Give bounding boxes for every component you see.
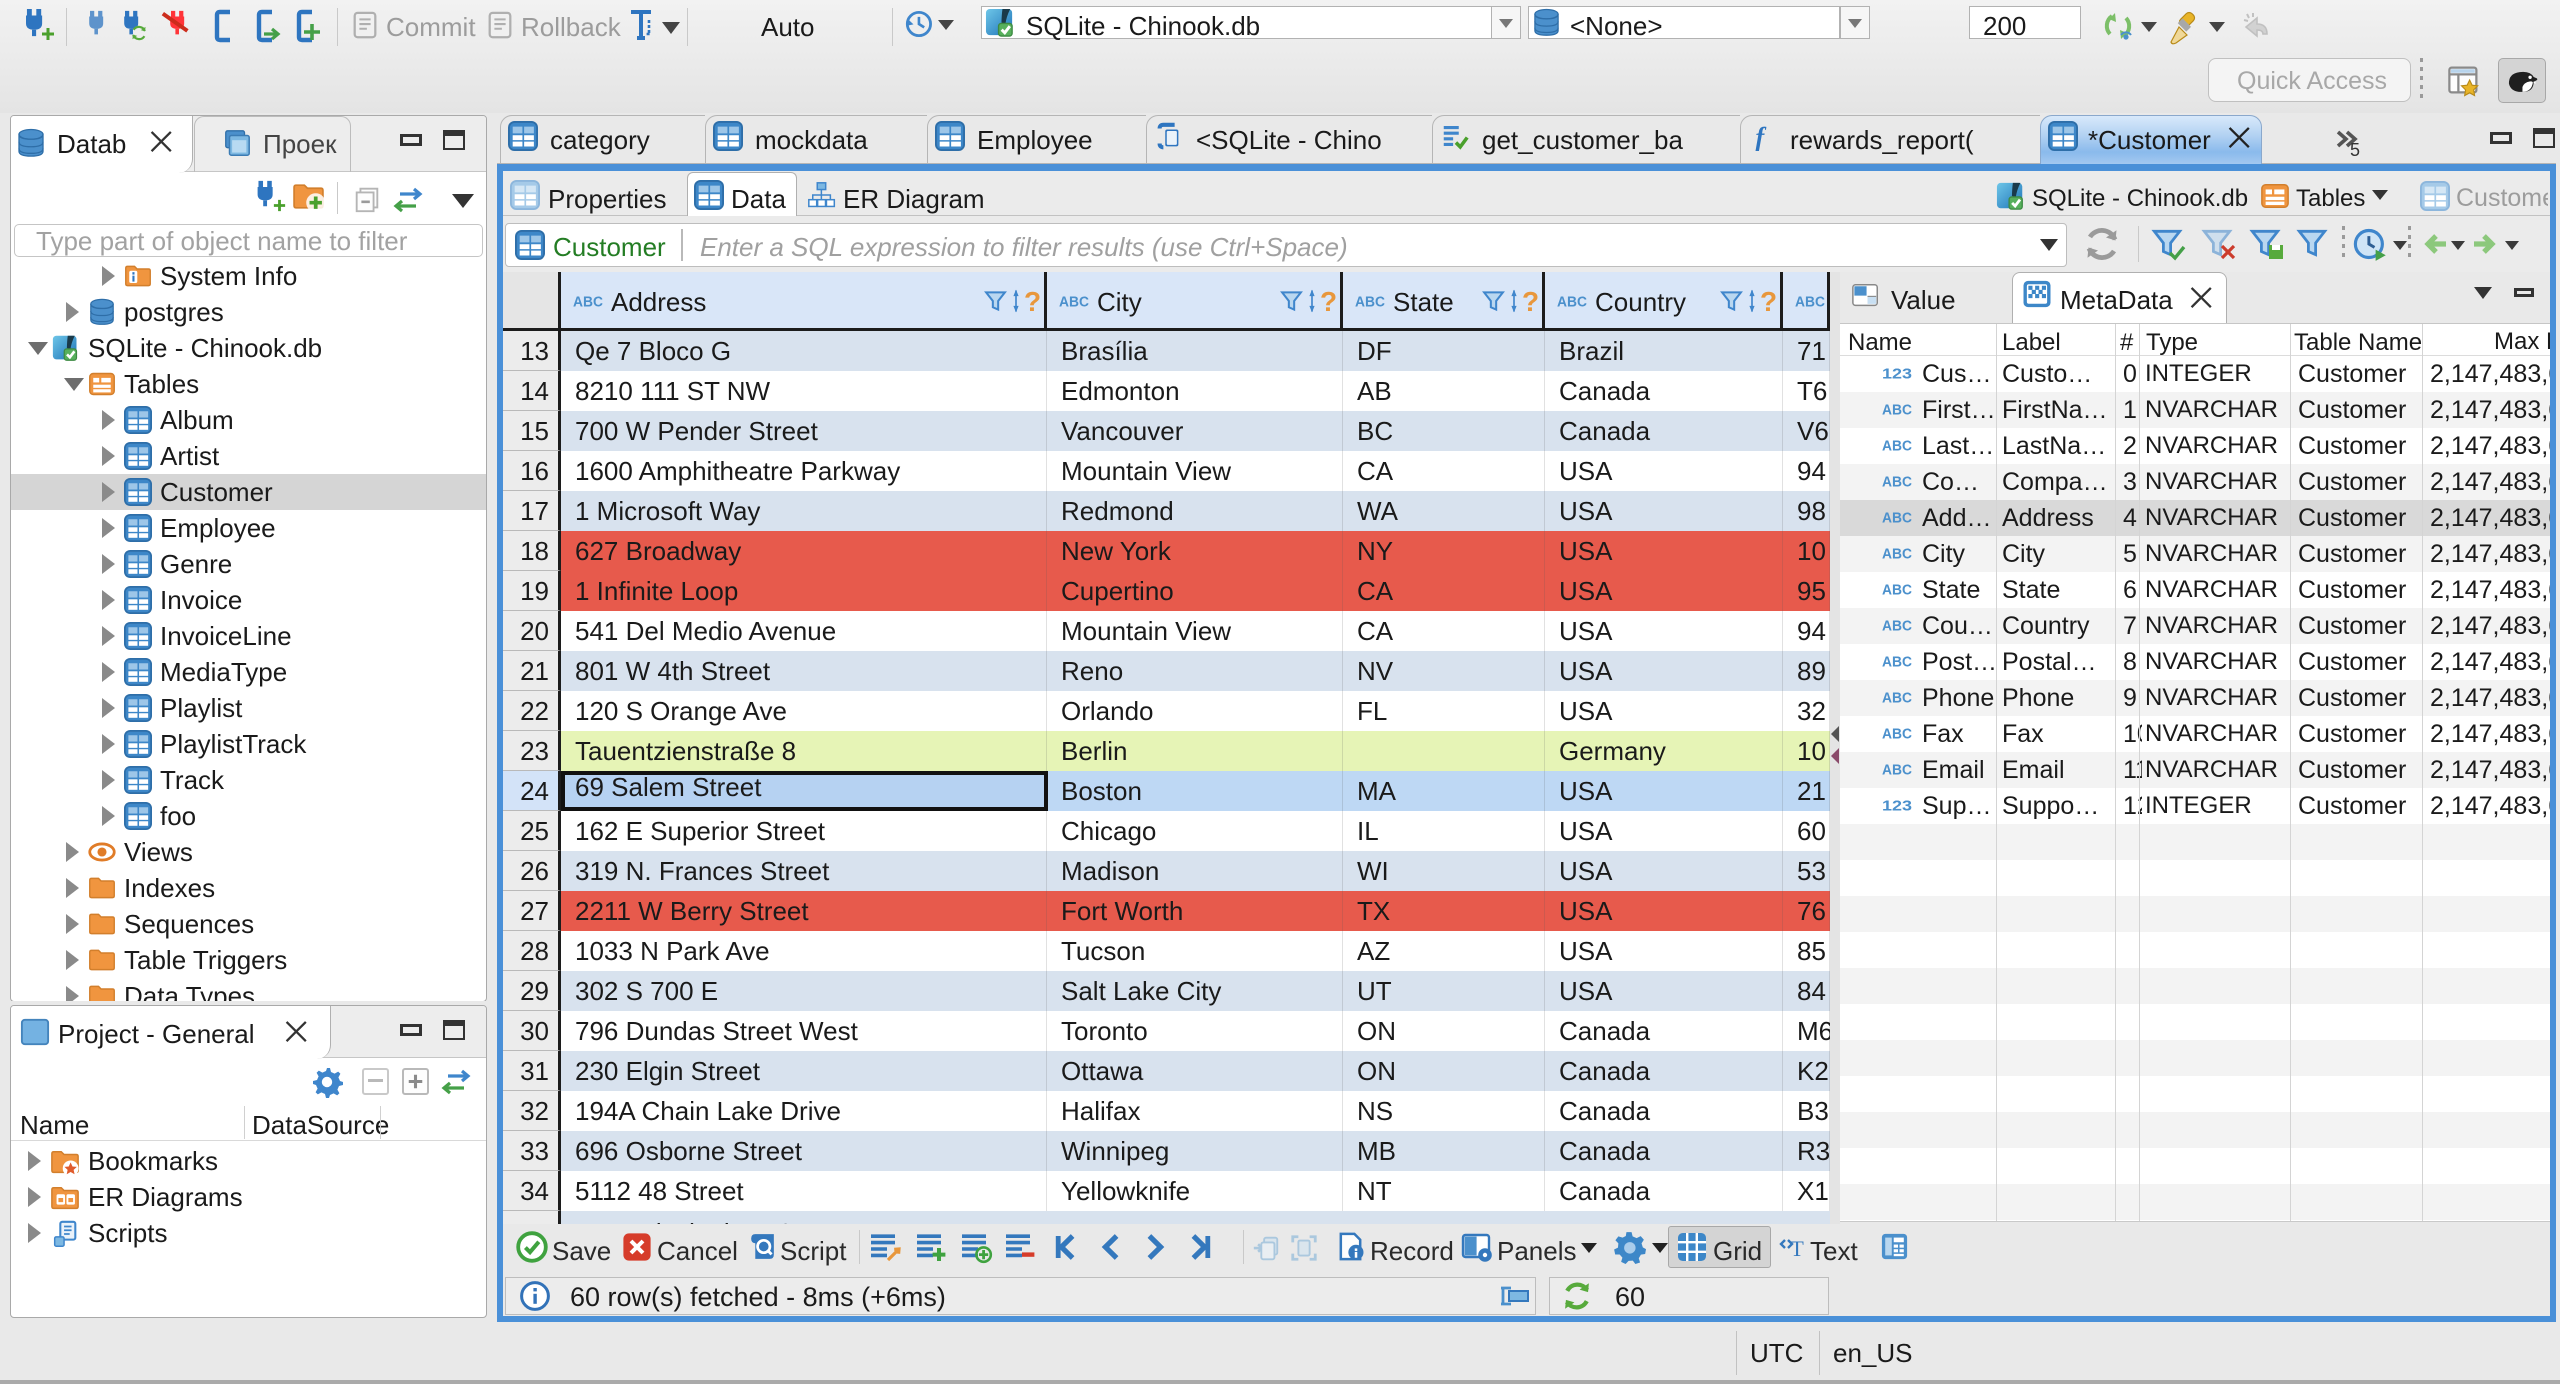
svg-text:T: T xyxy=(1790,1236,1804,1261)
svg-text:5: 5 xyxy=(2350,140,2360,160)
